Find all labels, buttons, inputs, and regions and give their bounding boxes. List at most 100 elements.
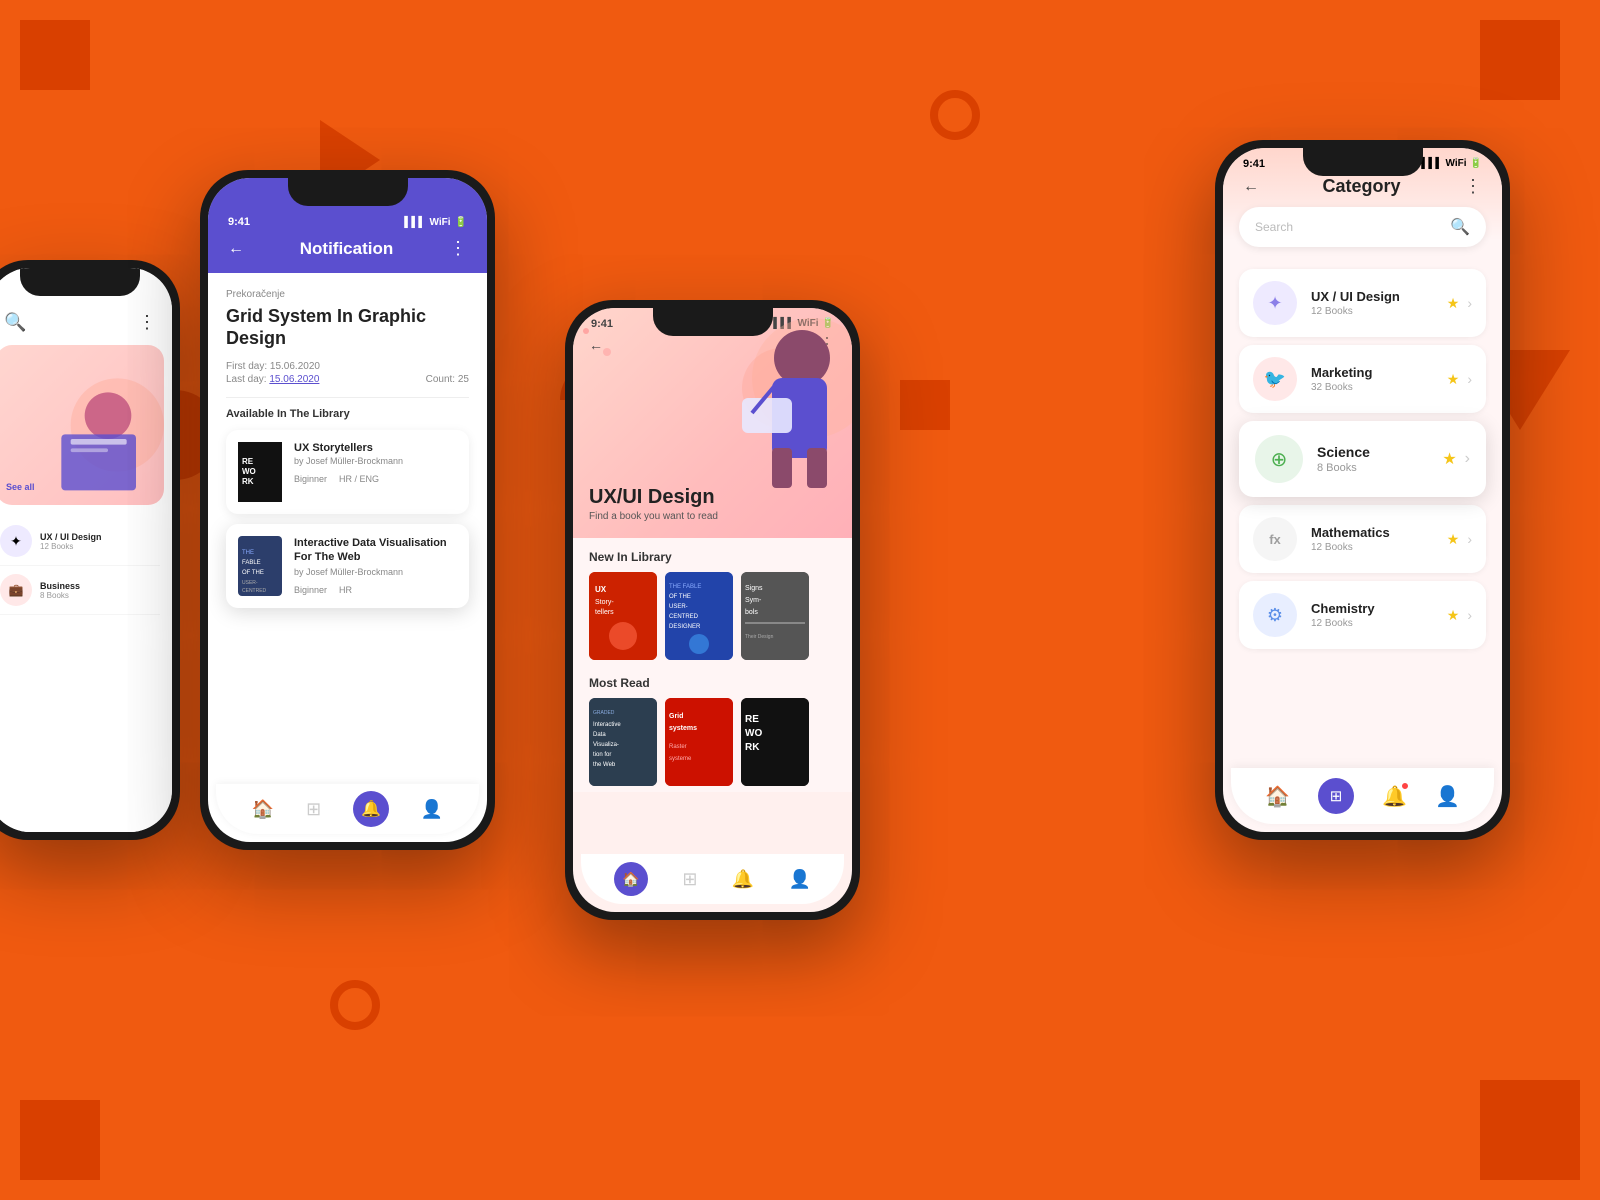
star-icon-uxui[interactable]: ★ [1447, 295, 1460, 312]
phone4-more-icon[interactable]: ⋮ [1464, 176, 1482, 197]
book1-title: UX Storytellers [294, 442, 457, 454]
grid-nav-icon-p3[interactable]: ⊞ [682, 869, 697, 890]
last-day-label: Last day: 15.06.2020 [226, 374, 319, 385]
svg-text:Data: Data [593, 732, 606, 738]
search-placeholder: Search [1255, 220, 1293, 234]
cat-marketing[interactable]: 🐦 Marketing 32 Books ★ › [1239, 345, 1486, 413]
star-icon-marketing[interactable]: ★ [1447, 371, 1460, 388]
cat-math-name: Mathematics [1311, 525, 1447, 540]
deco-circle-top [930, 90, 980, 140]
deco-circle-bottom [330, 980, 380, 1030]
svg-text:RE: RE [242, 457, 254, 466]
chevron-icon-uxui[interactable]: › [1467, 295, 1472, 311]
svg-text:Interactive: Interactive [593, 722, 621, 728]
home-nav-icon[interactable]: 🏠 [252, 799, 274, 820]
book2-author: by Josef Müller-Brockmann [294, 567, 457, 577]
chevron-icon-marketing[interactable]: › [1467, 371, 1472, 387]
available-title: Available In The Library [226, 408, 469, 420]
most-read-1[interactable]: GRADED Interactive Data Visualiza- tion … [589, 698, 657, 786]
phone4-time: 9:41 [1243, 158, 1265, 170]
book-card-2[interactable]: THE FABLE OF THE USER- CENTRED Interacti… [226, 524, 469, 608]
svg-text:Signs: Signs [745, 585, 763, 592]
svg-text:Sym-: Sym- [745, 597, 762, 604]
svg-text:DESIGNER: DESIGNER [669, 624, 701, 630]
book-card-1[interactable]: RE WO RK UX Storytellers by Josef Müller… [226, 430, 469, 514]
phone4-notch [1303, 148, 1423, 176]
cat-chemistry[interactable]: ⚙ Chemistry 12 Books ★ › [1239, 581, 1486, 649]
svg-text:GRADED: GRADED [593, 710, 615, 716]
search-icon-p4[interactable]: 🔍 [1450, 217, 1470, 237]
home-nav-icon-p4[interactable]: 🏠 [1265, 784, 1290, 809]
deco-rect-bottom-l [20, 1100, 100, 1180]
svg-text:Story-: Story- [595, 599, 614, 606]
most-read-label: Most Read [589, 676, 836, 690]
star-icon-chemistry[interactable]: ★ [1447, 607, 1460, 624]
more-icon[interactable]: ⋮ [138, 312, 156, 333]
cat-uxui[interactable]: ✦ UX / UI Design 12 Books ★ › [1239, 269, 1486, 337]
user-nav-icon[interactable]: 👤 [421, 799, 443, 820]
book1-level: Biginner [294, 474, 327, 484]
phone3-back-icon[interactable]: ← [589, 337, 603, 353]
book-thumb-3[interactable]: Signs Sym- bols Their Design [741, 572, 809, 660]
most-read-2[interactable]: Grid systems Raster systeme [665, 698, 733, 786]
more-dots-icon[interactable]: ⋮ [449, 238, 467, 259]
deco-rect-mid [900, 380, 950, 430]
home-nav-button[interactable]: 🏠 [614, 862, 648, 896]
svg-text:FABLE: FABLE [242, 560, 261, 566]
svg-text:THE FABLE: THE FABLE [669, 584, 701, 590]
svg-text:Raster: Raster [669, 744, 687, 750]
chevron-icon-math[interactable]: › [1467, 531, 1472, 547]
p1-cat-uxui[interactable]: ✦ UX / UI Design 12 Books [0, 517, 160, 566]
cat-math[interactable]: fx Mathematics 12 Books ★ › [1239, 505, 1486, 573]
book-title: Grid System In Graphic Design [226, 306, 469, 349]
notification-badge [1401, 782, 1409, 790]
search-icon[interactable]: 🔍 [4, 312, 26, 333]
cat-marketing-count: 32 Books [1311, 382, 1447, 393]
star-icon-math[interactable]: ★ [1447, 531, 1460, 548]
phone-2-frame: 9:41 ▌▌▌ WiFi 🔋 ← Notification ⋮ Prekora… [200, 170, 495, 850]
p1-cat-business[interactable]: 💼 Business 8 Books [0, 566, 160, 615]
bell-nav-button[interactable]: 🔔 [353, 791, 389, 827]
count-label: Count: 25 [426, 374, 469, 385]
phone4-battery: 🔋 [1470, 158, 1482, 170]
grid-nav-button-p4[interactable]: ⊞ [1318, 778, 1354, 814]
deco-rect-tr [1480, 20, 1560, 100]
svg-text:USER-: USER- [669, 604, 688, 610]
category-list: ✦ UX / UI Design 12 Books ★ › 🐦 Marketin… [1223, 263, 1502, 737]
bell-nav-icon-p3[interactable]: 🔔 [732, 869, 754, 890]
svg-text:RK: RK [242, 477, 254, 486]
see-all-button[interactable]: See all [6, 482, 35, 492]
phone3-notch [653, 308, 773, 336]
svg-text:OF THE: OF THE [242, 570, 264, 576]
svg-text:Visualiza-: Visualiza- [593, 742, 619, 748]
cat-math-count: 12 Books [1311, 542, 1447, 553]
svg-text:tion for: tion for [593, 752, 611, 758]
search-bar[interactable]: Search 🔍 [1239, 207, 1486, 247]
phone2-page-title: Notification [300, 239, 394, 259]
phone-1-frame: 🔍 ⋮ See all ✦ [0, 260, 180, 840]
cat-science[interactable]: ⊕ Science 8 Books ★ › [1239, 421, 1486, 497]
cat-uxui-count: 12 Books [1311, 306, 1447, 317]
svg-text:THE: THE [242, 550, 254, 556]
chevron-icon-chemistry[interactable]: › [1467, 607, 1472, 623]
most-read-3[interactable]: RE WO RK [741, 698, 809, 786]
star-icon-science[interactable]: ★ [1442, 449, 1456, 469]
user-nav-icon-p3[interactable]: 👤 [788, 869, 810, 890]
phone4-back-icon[interactable]: ← [1243, 178, 1259, 196]
svg-text:RE: RE [745, 714, 759, 725]
back-arrow-icon[interactable]: ← [228, 240, 244, 258]
svg-text:OF THE: OF THE [669, 594, 691, 600]
svg-text:UX: UX [595, 585, 607, 594]
svg-text:systems: systems [669, 725, 697, 732]
svg-text:bols: bols [745, 609, 758, 616]
book2-title: Interactive Data Visualisation For The W… [294, 536, 457, 565]
phone4-signal: ▌▌▌ [1421, 158, 1442, 170]
book2-lang: HR [339, 585, 352, 595]
user-nav-icon-p4[interactable]: 👤 [1435, 784, 1460, 809]
wifi-icon: WiFi [430, 217, 451, 228]
book1-lang: HR / ENG [339, 474, 379, 484]
grid-nav-icon[interactable]: ⊞ [306, 799, 321, 820]
book-thumb-2[interactable]: THE FABLE OF THE USER- CENTRED DESIGNER [665, 572, 733, 660]
book-thumb-1[interactable]: UX Story- tellers [589, 572, 657, 660]
chevron-icon-science[interactable]: › [1465, 450, 1470, 468]
